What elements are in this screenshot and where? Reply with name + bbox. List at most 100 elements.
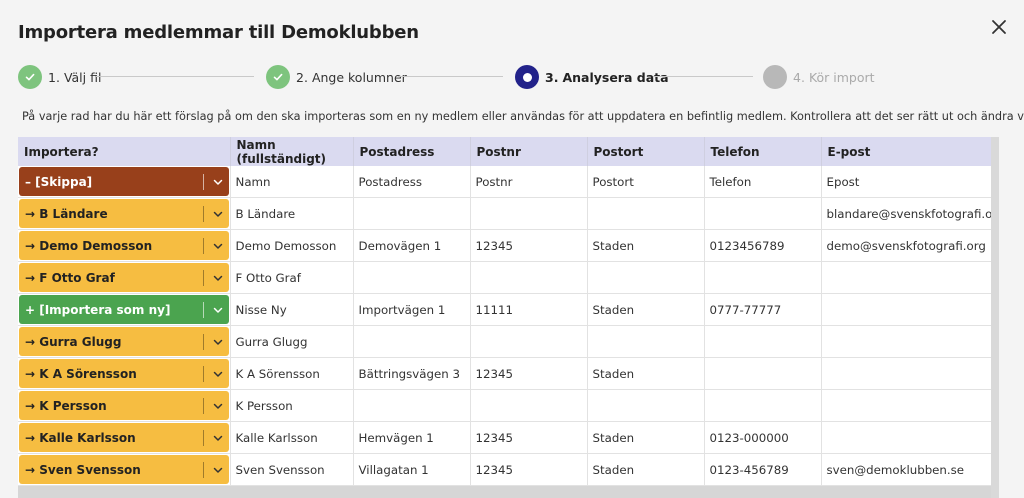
cell-telefon <box>704 357 822 391</box>
chevron-down-icon <box>213 403 222 409</box>
step-2[interactable]: 2. Ange kolumner <box>266 64 407 90</box>
import-action-select[interactable]: → F Otto Graf <box>19 263 229 293</box>
cell-postadress: Postadress <box>353 166 471 199</box>
cell-epost: blandare@svenskfotografi.org <box>821 197 991 231</box>
import-action-select[interactable]: → K Persson <box>19 391 229 421</box>
import-table: Importera? Namn (fullständigt) Postadres… <box>18 137 991 487</box>
action-cell: – [Skippa] <box>18 166 231 199</box>
action-label: – [Skippa] <box>25 174 93 189</box>
action-cell: → B Ländare <box>18 197 231 231</box>
step-connector <box>96 76 254 77</box>
header-postadress[interactable]: Postadress <box>353 137 471 166</box>
import-action-select[interactable]: → Sven Svensson <box>19 455 229 485</box>
cell-postnr: 12345 <box>470 357 588 391</box>
step-label: Välj fil <box>63 69 102 85</box>
cell-postadress <box>353 389 471 423</box>
select-divider <box>202 397 204 414</box>
select-divider <box>202 333 204 350</box>
select-divider <box>202 365 204 382</box>
cell-epost <box>821 261 991 295</box>
table-row: → F Otto Graf F Otto Graf <box>18 261 991 295</box>
select-divider <box>202 429 204 446</box>
chevron-down-icon <box>213 307 222 313</box>
step-1[interactable]: 1. Välj fil <box>18 64 101 90</box>
select-divider <box>202 173 204 190</box>
info-text: På varje rad har du här ett förslag på o… <box>22 110 1024 123</box>
table-scrollbar[interactable] <box>991 137 999 498</box>
header-importera[interactable]: Importera? <box>18 137 231 166</box>
cell-postadress: Demovägen 1 <box>353 229 471 263</box>
cell-epost <box>821 357 991 391</box>
import-action-select[interactable]: → Kalle Karlsson <box>19 423 229 453</box>
action-label: → Gurra Glugg <box>25 334 122 349</box>
info-message: På varje rad har du här ett förslag på o… <box>18 110 1024 123</box>
step-number: 4. <box>793 69 805 85</box>
step-label: Kör import <box>808 69 875 85</box>
header-postort[interactable]: Postort <box>587 137 705 166</box>
import-action-select[interactable]: → Gurra Glugg <box>19 327 229 357</box>
action-label: → Kalle Karlsson <box>25 430 136 445</box>
chevron-down-icon <box>213 211 222 217</box>
action-label: → B Ländare <box>25 206 108 221</box>
header-postnr[interactable]: Postnr <box>470 137 588 166</box>
step-connector <box>398 76 503 77</box>
cell-postort: Postort <box>587 166 705 199</box>
cell-telefon <box>704 261 822 295</box>
cell-postort <box>587 389 705 423</box>
step-4[interactable]: 4. Kör import <box>763 64 875 90</box>
table-header-row: Importera? Namn (fullständigt) Postadres… <box>18 137 991 166</box>
select-divider <box>202 205 204 222</box>
step-label: Ange kolumner <box>311 69 407 85</box>
step-3[interactable]: 3. Analysera data <box>515 64 669 90</box>
cell-postnr <box>470 389 588 423</box>
cell-postort: Staden <box>587 229 705 263</box>
pending-step-icon <box>763 65 787 89</box>
cell-postnr: 12345 <box>470 421 588 455</box>
cell-epost <box>821 421 991 455</box>
chevron-down-icon <box>213 179 222 185</box>
cell-telefon: 0123456789 <box>704 229 822 263</box>
cell-namn: Kalle Karlsson <box>230 421 354 455</box>
import-action-select[interactable]: – [Skippa] <box>19 167 229 197</box>
cell-postnr <box>470 261 588 295</box>
action-label: → F Otto Graf <box>25 270 115 285</box>
cell-postadress: Importvägen 1 <box>353 293 471 327</box>
cell-postort: Staden <box>587 421 705 455</box>
close-icon[interactable] <box>988 16 1010 38</box>
table-row: → Gurra Glugg Gurra Glugg <box>18 325 991 359</box>
table-row: → Kalle Karlsson Kalle Karlsson Hemvägen 1… <box>18 421 991 455</box>
header-telefon[interactable]: Telefon <box>704 137 822 166</box>
header-namn[interactable]: Namn (fullständigt) <box>230 137 354 166</box>
cell-postort: Staden <box>587 357 705 391</box>
table-row: – [Skippa] Namn Postadress Postnr Postort Tel… <box>18 166 991 199</box>
select-divider <box>202 269 204 286</box>
action-cell: → Demo Demosson <box>18 229 231 263</box>
import-action-select[interactable]: + [Importera som ny] <box>19 295 229 325</box>
step-connector <box>653 76 753 77</box>
cell-postadress <box>353 261 471 295</box>
cell-namn: Demo Demosson <box>230 229 354 263</box>
cell-namn: K A Sörensson <box>230 357 354 391</box>
import-action-select[interactable]: → B Ländare <box>19 199 229 229</box>
cell-postort: Staden <box>587 293 705 327</box>
action-cell: → Gurra Glugg <box>18 325 231 359</box>
cell-telefon <box>704 389 822 423</box>
header-epost[interactable]: E-post <box>821 137 991 166</box>
cell-namn: Sven Svensson <box>230 453 354 487</box>
cell-epost: demo@svenskfotografi.org <box>821 229 991 263</box>
import-action-select[interactable]: → Demo Demosson <box>19 231 229 261</box>
cell-epost: sven@demoklubben.se <box>821 453 991 487</box>
table-row: + [Importera som ny] Nisse Ny Importvägen … <box>18 293 991 327</box>
chevron-down-icon <box>213 467 222 473</box>
cell-telefon: 0123-000000 <box>704 421 822 455</box>
table-row: → K Persson K Persson <box>18 389 991 423</box>
cell-postort: Staden <box>587 453 705 487</box>
action-label: → Demo Demosson <box>25 238 153 253</box>
import-action-select[interactable]: → K A Sörensson <box>19 359 229 389</box>
cell-postnr: 12345 <box>470 229 588 263</box>
cell-postnr <box>470 197 588 231</box>
cell-telefon: Telefon <box>704 166 822 199</box>
cell-postort <box>587 197 705 231</box>
chevron-down-icon <box>213 243 222 249</box>
select-divider <box>202 237 204 254</box>
